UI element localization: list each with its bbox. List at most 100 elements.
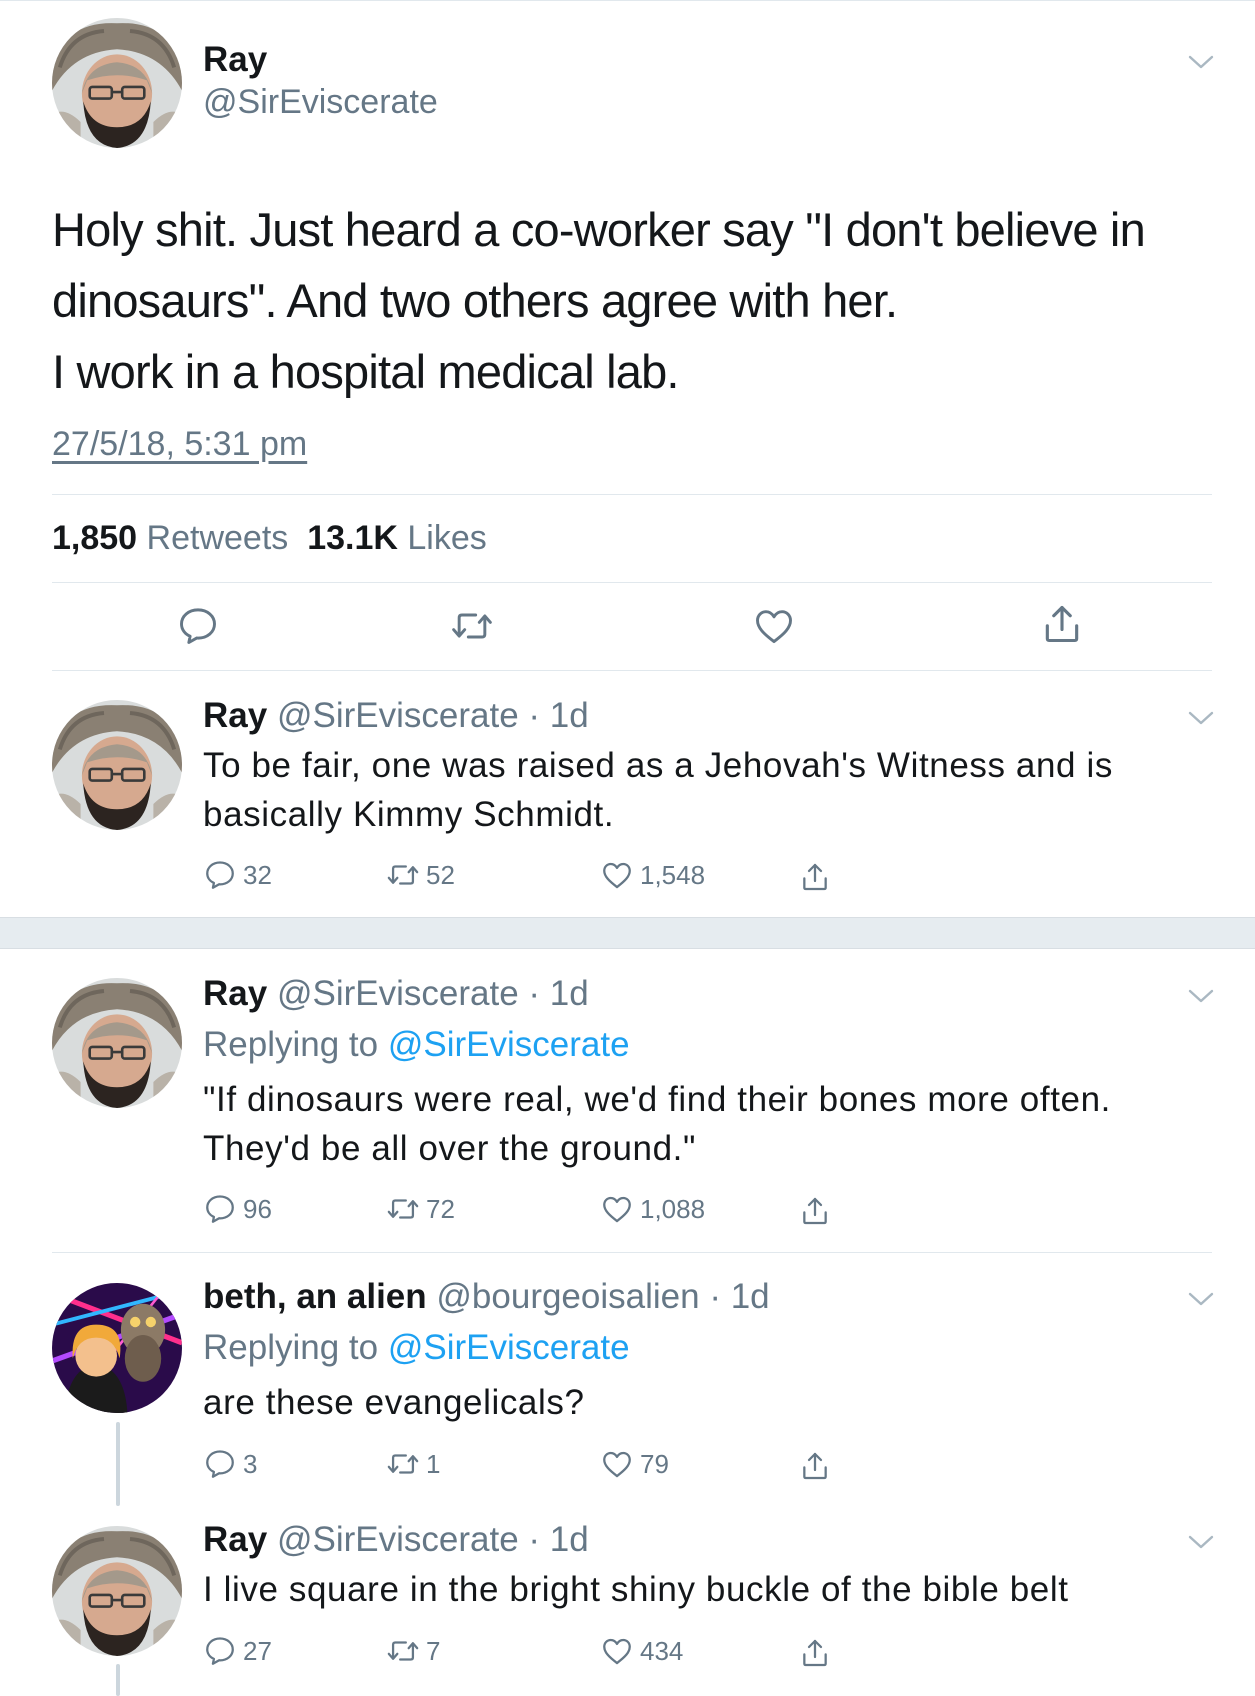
author-handle[interactable]: @SirEviscerate	[203, 80, 438, 124]
tweet-text: Holy shit. Just heard a co-worker say "I…	[52, 194, 1202, 407]
author-meta[interactable]: @SirEviscerate · 1d	[277, 696, 589, 735]
reply-text: I live square in the bright shiny buckle…	[203, 1565, 1213, 1614]
reply-button[interactable]: 32	[203, 857, 272, 893]
replying-to-label: Replying to	[203, 1328, 379, 1367]
reply-header: beth, an alien @bourgeoisalien · 1d	[203, 1275, 770, 1319]
reply-text-line: They'd be all over the ground."	[203, 1129, 696, 1168]
reply-text-line: "If dinosaurs were real, we'd find their…	[203, 1080, 1111, 1119]
like-icon	[600, 1192, 634, 1226]
avatar[interactable]	[52, 18, 182, 148]
reply-count: 96	[243, 1194, 272, 1224]
author-name[interactable]: Ray	[203, 38, 267, 82]
reply-button[interactable]: 96	[203, 1191, 272, 1227]
replying-to-mention[interactable]: @SirEviscerate	[388, 1328, 630, 1367]
share-button[interactable]	[799, 1448, 831, 1484]
reply-icon	[203, 1192, 237, 1226]
thread-connector	[116, 1664, 120, 1696]
author-meta[interactable]: @SirEviscerate · 1d	[277, 1520, 589, 1559]
share-icon	[799, 1195, 831, 1227]
divider	[52, 1252, 1212, 1253]
like-icon	[600, 858, 634, 892]
likes-label[interactable]: Likes	[407, 519, 486, 557]
tweet-text-line: I work in a hospital medical lab.	[52, 345, 680, 398]
replying-to-mention[interactable]: @SirEviscerate	[388, 1025, 630, 1064]
author-meta[interactable]: @SirEviscerate · 1d	[277, 974, 589, 1013]
avatar[interactable]	[52, 978, 182, 1108]
author-name[interactable]: Ray	[203, 974, 267, 1013]
reply-header: Ray @SirEviscerate · 1d	[203, 694, 589, 738]
reply-text-line: basically Kimmy Schmidt.	[203, 795, 615, 834]
divider	[52, 582, 1212, 583]
like-icon	[600, 1447, 634, 1481]
retweet-icon	[386, 1192, 420, 1226]
chevron-down-icon[interactable]	[1186, 1289, 1216, 1309]
like-button[interactable]: 434	[600, 1633, 683, 1669]
avatar[interactable]	[52, 1283, 182, 1413]
share-button[interactable]	[799, 1193, 831, 1229]
reply-header: Ray @SirEviscerate · 1d	[203, 1518, 589, 1562]
retweet-icon[interactable]	[450, 604, 494, 648]
reply-text: "If dinosaurs were real, we'd find their…	[203, 1075, 1213, 1173]
tweet-stats: 1,850 Retweets 13.1K Likes	[52, 516, 487, 560]
reply-count: 27	[243, 1636, 272, 1666]
likes-count[interactable]: 13.1K	[307, 519, 398, 557]
author-name[interactable]: beth, an alien	[203, 1277, 427, 1316]
tweet-timestamp[interactable]: 27/5/18, 5:31 pm	[52, 425, 307, 464]
like-count: 79	[640, 1449, 669, 1479]
author-name[interactable]: Ray	[203, 1520, 267, 1559]
thread-connector	[116, 1422, 120, 1506]
thread-separator	[0, 917, 1255, 949]
like-button[interactable]: 1,548	[600, 857, 705, 893]
like-button[interactable]: 1,088	[600, 1191, 705, 1227]
reply-text-line: I live square in the bright shiny buckle…	[203, 1570, 1069, 1609]
chevron-down-icon[interactable]	[1186, 1532, 1216, 1552]
avatar[interactable]	[52, 1526, 182, 1656]
share-icon	[799, 861, 831, 893]
tweet-text-line: Holy shit. Just heard a co-worker say "I…	[52, 203, 1146, 256]
retweet-icon	[386, 1634, 420, 1668]
retweet-icon	[386, 858, 420, 892]
chevron-down-icon[interactable]	[1186, 986, 1216, 1006]
reply-count: 3	[243, 1449, 258, 1479]
retweet-count: 52	[426, 860, 455, 890]
replying-to: Replying to @SirEviscerate	[203, 1023, 630, 1067]
reply-header: Ray @SirEviscerate · 1d	[203, 972, 589, 1016]
reply-icon	[203, 1634, 237, 1668]
reply-text: To be fair, one was raised as a Jehovah'…	[203, 741, 1213, 839]
share-icon	[799, 1637, 831, 1669]
like-count: 1,088	[640, 1194, 706, 1224]
author-meta[interactable]: @bourgeoisalien · 1d	[436, 1277, 769, 1316]
reply-icon	[203, 858, 237, 892]
retweet-button[interactable]: 7	[386, 1633, 440, 1669]
retweet-button[interactable]: 52	[386, 857, 455, 893]
like-count: 1,548	[640, 860, 706, 890]
replying-to-label: Replying to	[203, 1025, 379, 1064]
reply-text-line: are these evangelicals?	[203, 1383, 585, 1422]
retweet-button[interactable]: 72	[386, 1191, 455, 1227]
reply-button[interactable]: 27	[203, 1633, 272, 1669]
divider	[52, 670, 1212, 671]
reply-button[interactable]: 3	[203, 1446, 257, 1482]
retweet-count: 1	[426, 1449, 441, 1479]
retweet-count: 7	[426, 1636, 441, 1666]
share-button[interactable]	[799, 1635, 831, 1671]
chevron-down-icon[interactable]	[1186, 52, 1216, 72]
share-icon[interactable]	[1040, 602, 1084, 646]
retweets-count[interactable]: 1,850	[52, 519, 137, 557]
like-icon[interactable]	[752, 604, 796, 648]
chevron-down-icon[interactable]	[1186, 708, 1216, 728]
reply-icon	[203, 1447, 237, 1481]
share-button[interactable]	[799, 859, 831, 895]
retweet-icon	[386, 1447, 420, 1481]
reply-text-line: To be fair, one was raised as a Jehovah'…	[203, 746, 1113, 785]
retweet-button[interactable]: 1	[386, 1446, 440, 1482]
like-button[interactable]: 79	[600, 1446, 669, 1482]
retweet-count: 72	[426, 1194, 455, 1224]
reply-count: 32	[243, 860, 272, 890]
divider	[52, 494, 1212, 495]
avatar[interactable]	[52, 700, 182, 830]
author-name[interactable]: Ray	[203, 696, 267, 735]
retweets-label[interactable]: Retweets	[147, 519, 289, 557]
reply-icon[interactable]	[176, 604, 220, 648]
replying-to: Replying to @SirEviscerate	[203, 1326, 630, 1370]
